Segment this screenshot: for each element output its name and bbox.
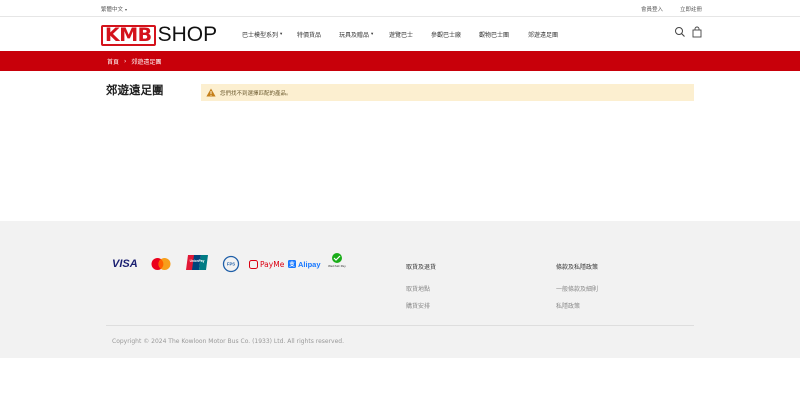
alipay-icon: 支 [288, 260, 296, 268]
nav-item-bus-tour[interactable]: 觀物巴士團 [479, 30, 509, 39]
chevron-down-icon: ▾ [280, 32, 283, 37]
fps-logo: FPS [222, 255, 240, 273]
breadcrumb-current: 郊遊遠足團 [131, 59, 162, 66]
kmb-shop-logo[interactable]: KMB SHOP [101, 24, 217, 46]
no-products-alert: 您們找不到選擇匹配的產品。 [201, 84, 694, 101]
alipay-text: Alipay [298, 259, 321, 269]
footer-link-pickup-location[interactable]: 取貨地點 [406, 284, 430, 293]
logo-kmb-text: KMB [101, 24, 156, 46]
site-footer: VISA UnionPay FPS PayMe 支 Alipay WeChat … [0, 221, 800, 358]
breadcrumb-home[interactable]: 首頁 [107, 57, 119, 66]
search-icon[interactable] [674, 26, 686, 38]
wechat-pay-logo: WeChat Pay [328, 253, 346, 271]
nav-item-label: 郊遊遠足團 [528, 32, 559, 39]
nav-item-label: 參觀巴士廠 [431, 32, 462, 39]
nav-item-toys-gifts[interactable]: 玩具及贈品 ▾ [339, 30, 373, 39]
page-title: 郊遊遠足團 [106, 83, 164, 97]
breadcrumb-separator: › [124, 58, 127, 65]
chevron-down-icon: ▾ [125, 6, 128, 12]
svg-text:FPS: FPS [227, 262, 235, 267]
nav-item-label: 觀物巴士團 [479, 32, 510, 39]
svg-text:支: 支 [288, 260, 295, 268]
footer-pickup-title: 取貨及退貨 [406, 264, 437, 271]
unionpay-logo: UnionPay [186, 255, 208, 270]
register-link[interactable]: 立即註冊 [680, 5, 702, 13]
nav-item-depot-visit[interactable]: 參觀巴士廠 [431, 30, 461, 39]
wechat-pay-icon [331, 253, 342, 263]
nav-item-bus-models[interactable]: 巴士模型系列 ▾ [242, 30, 282, 39]
nav-item-label: 玩具及贈品 [339, 32, 370, 39]
visa-logo: VISA [112, 258, 138, 270]
copyright: Copyright © 2024 The Kowloon Motor Bus C… [112, 338, 344, 345]
nav-item-label: 遊覽巴士 [389, 32, 414, 39]
footer-link-purchase-arrangement[interactable]: 購貨安排 [406, 301, 430, 310]
nav-item-tour-bus[interactable]: 遊覽巴士 [389, 30, 413, 39]
nav-item-label: 特價貨品 [297, 32, 322, 39]
footer-link-privacy[interactable]: 私隱政策 [556, 301, 580, 310]
logo-shop-text: SHOP [157, 23, 218, 46]
mastercard-logo [151, 258, 171, 270]
payme-icon [249, 259, 258, 269]
footer-link-terms[interactable]: 一般條款及細則 [556, 284, 598, 293]
breadcrumb-bar: 首頁 › 郊遊遠足團 [0, 51, 800, 71]
site-header: KMB SHOP 巴士模型系列 ▾ 特價貨品 玩具及贈品 ▾ 遊覽巴士 參觀巴士廠 … [0, 17, 800, 51]
login-link[interactable]: 會員登入 [641, 5, 663, 13]
breadcrumb: 首頁 › 郊遊遠足團 [107, 57, 161, 66]
payme-text: PayMe [260, 259, 285, 269]
svg-text:UnionPay: UnionPay [190, 259, 205, 263]
wechat-pay-text: WeChat Pay [328, 264, 346, 268]
nav-item-label: 巴士模型系列 [242, 32, 279, 39]
top-bar: 繁體中文 ▾ 會員登入 立即註冊 [0, 0, 800, 17]
nav-item-special-offers[interactable]: 特價貨品 [297, 30, 321, 39]
chevron-down-icon: ▾ [371, 32, 374, 37]
footer-terms-title: 條款及私隱政策 [556, 264, 599, 271]
language-label: 繁體中文 [101, 7, 124, 13]
language-selector[interactable]: 繁體中文 ▾ [101, 5, 128, 14]
alert-message: 您們找不到選擇匹配的產品。 [220, 90, 292, 97]
warning-icon [206, 88, 216, 97]
nav-item-hiking-tour[interactable]: 郊遊遠足團 [528, 30, 558, 39]
payme-logo: PayMe [249, 255, 284, 273]
alipay-logo: 支 Alipay [288, 255, 321, 273]
shopping-bag-icon[interactable] [691, 26, 703, 38]
footer-divider [106, 325, 694, 326]
